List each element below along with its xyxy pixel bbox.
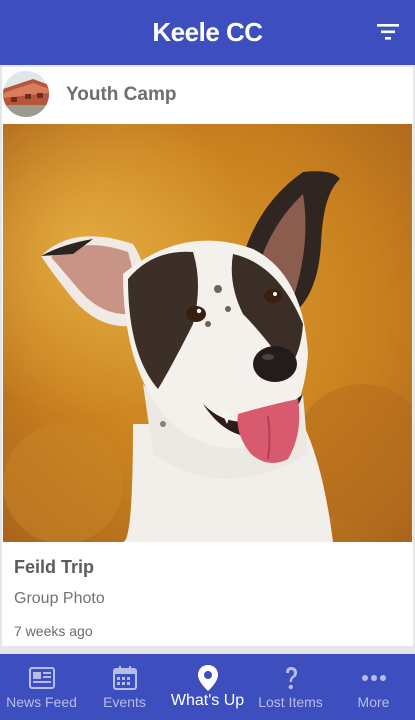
- nav-label-whats-up: What's Up: [170, 692, 245, 709]
- post-card[interactable]: Youth Camp Feild Trip Group Photo 7 week…: [2, 67, 413, 646]
- nav-item-more[interactable]: More: [332, 654, 415, 720]
- group-avatar[interactable]: [3, 71, 49, 117]
- post-title[interactable]: Feild Trip: [14, 557, 94, 578]
- nav-label-events: Events: [103, 694, 146, 710]
- app-title-suffix: CC: [226, 17, 263, 47]
- app-title-main: Keele: [152, 17, 220, 47]
- post-timestamp: 7 weeks ago: [14, 623, 93, 639]
- post-photo[interactable]: [3, 124, 412, 542]
- map-pin-icon: [197, 665, 218, 691]
- filter-icon: [377, 24, 399, 40]
- nav-label-more: More: [357, 694, 390, 710]
- nav-item-news-feed[interactable]: News Feed: [0, 654, 83, 720]
- newspaper-icon: [28, 667, 55, 689]
- post-subtitle: Group Photo: [14, 590, 105, 607]
- group-name[interactable]: Youth Camp: [66, 84, 176, 106]
- nav-item-events[interactable]: Events: [83, 654, 166, 720]
- question-icon: [285, 667, 297, 690]
- more-dots-icon: [361, 675, 386, 681]
- nav-item-lost-items[interactable]: Lost Items: [249, 654, 332, 720]
- post-header[interactable]: Youth Camp: [2, 67, 413, 124]
- app-logo: Keele CC: [152, 17, 263, 48]
- nav-label-news-feed: News Feed: [6, 694, 77, 710]
- filter-button[interactable]: [375, 20, 401, 44]
- bottom-nav: News Feed Events What's Up Lost Items Mo…: [0, 654, 415, 720]
- nav-label-lost-items: Lost Items: [258, 694, 323, 710]
- nav-item-whats-up[interactable]: What's Up: [166, 654, 249, 720]
- calendar-icon: [112, 666, 137, 690]
- app-bar: Keele CC: [0, 0, 415, 65]
